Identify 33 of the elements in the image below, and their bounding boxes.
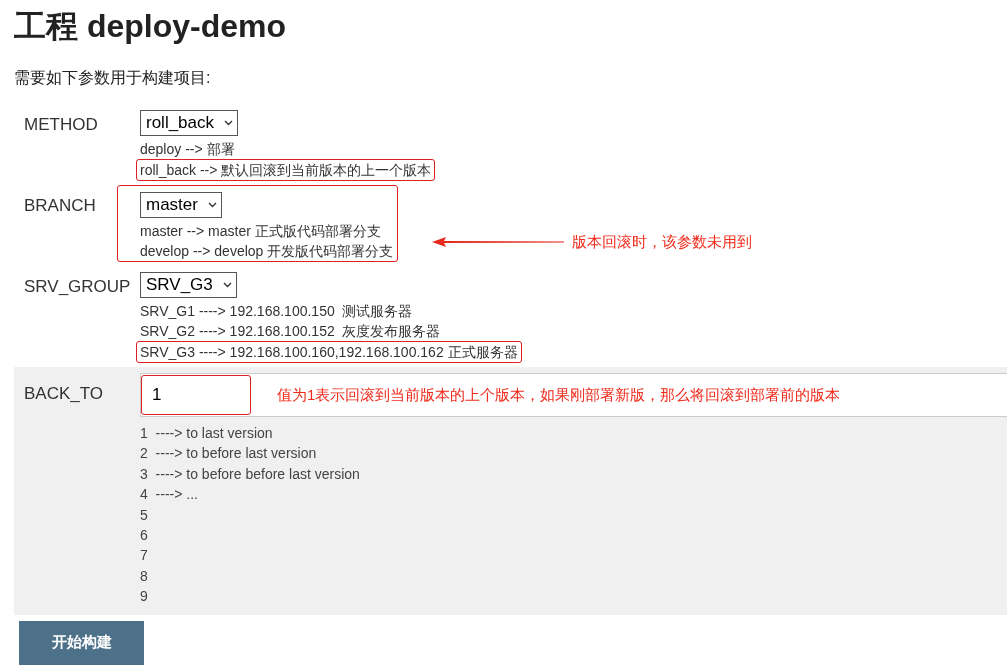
option-description: roll_back --> 默认回滚到当前版本的上一个版本 <box>136 159 436 181</box>
caret-icon <box>222 282 232 288</box>
annotation-note: 版本回滚时，该参数未用到 <box>572 232 752 252</box>
option-description: 7 <box>140 546 149 566</box>
option-description: deploy --> 部署 <box>140 140 235 159</box>
option-description: 4 ----> ... <box>140 485 199 505</box>
intro-text: 需要如下参数用于构建项目: <box>14 68 212 88</box>
option-description: master --> master 正式版代码部署分支 <box>140 222 381 241</box>
option-description: develop --> develop 开发版代码部署分支 <box>140 242 394 261</box>
option-description: 6 <box>140 526 149 546</box>
parameter-label: BRANCH <box>23 195 97 217</box>
build-button[interactable]: 开始构建 <box>19 620 144 665</box>
option-description: SRV_G1 ----> 192.168.100.150 测试服务器 <box>140 302 413 321</box>
option-description: 1 ----> to last version <box>140 424 274 443</box>
dropdown-select[interactable]: SRV_G3 <box>140 272 237 298</box>
parameter-label: BACK_TO <box>23 383 105 405</box>
annotation-note: 值为1表示回滚到当前版本的上个版本，如果刚部署新版，那么将回滚到部署前的版本 <box>277 384 841 405</box>
arrow-icon <box>432 237 564 248</box>
option-description: 8 <box>140 566 149 586</box>
text-input-field[interactable]: 1 <box>141 375 251 415</box>
option-description: 3 ----> to before before last version <box>140 464 361 484</box>
caret-icon <box>207 202 217 208</box>
option-description: 9 <box>140 587 149 607</box>
parameter-label: METHOD <box>23 114 99 136</box>
caret-icon <box>224 120 234 126</box>
option-description: SRV_G3 ----> 192.168.100.160,192.168.100.162 正式服务器 <box>136 341 522 363</box>
dropdown-select[interactable]: master <box>140 192 222 218</box>
page-title: 工程 deploy-demo <box>14 7 287 46</box>
option-description: SRV_G2 ----> 192.168.100.152 灰度发布服务器 <box>140 322 441 341</box>
option-description: 2 ----> to before last version <box>140 444 318 464</box>
dropdown-select[interactable]: roll_back <box>140 110 239 136</box>
option-description: 5 <box>140 505 149 525</box>
parameter-label: SRV_GROUP <box>23 276 132 298</box>
